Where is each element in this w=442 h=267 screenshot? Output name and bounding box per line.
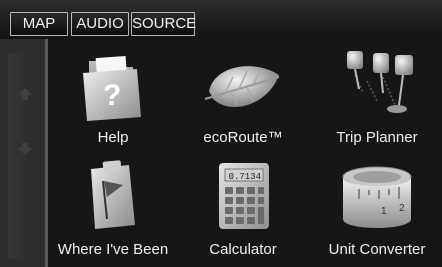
top-tab-bar: MAP AUDIO SOURCE <box>0 0 442 39</box>
tab-source[interactable]: SOURCE <box>131 12 196 36</box>
svg-text:?: ? <box>103 79 121 112</box>
app-grid: ? Help ecoRoute™ Trip Planner Where I've… <box>48 39 442 267</box>
tab-map[interactable]: MAP <box>10 12 68 36</box>
app-calculator[interactable]: 0.7134 Calculator <box>178 151 308 261</box>
app-label-ecoroute: ecoRoute™ <box>203 129 283 146</box>
app-label-unit-converter: Unit Converter <box>328 241 426 258</box>
app-label-help: Help <box>97 129 129 146</box>
clipboard-flag-icon <box>91 160 135 229</box>
pushpins-icon <box>347 51 413 113</box>
chevron-up-icon[interactable] <box>17 86 33 102</box>
tape-measure-icon: 1 2 <box>342 166 412 228</box>
app-label-where-ive-been: Where I've Been <box>57 241 169 258</box>
calculator-icon: 0.7134 <box>219 163 269 229</box>
help-folder-icon: ? <box>83 56 141 121</box>
svg-text:1: 1 <box>381 206 387 217</box>
svg-text:2: 2 <box>399 203 405 214</box>
app-where-ive-been[interactable]: Where I've Been <box>48 151 178 261</box>
app-help[interactable]: ? Help <box>48 39 178 149</box>
app-label-trip-planner: Trip Planner <box>336 129 418 146</box>
app-ecoroute[interactable]: ecoRoute™ <box>178 39 308 149</box>
leaf-icon <box>204 66 280 108</box>
tab-audio[interactable]: AUDIO <box>71 12 129 36</box>
app-trip-planner[interactable]: Trip Planner <box>312 39 442 149</box>
calculator-display: 0.7134 <box>229 172 261 182</box>
app-menu-screen: MAP AUDIO SOURCE ? Help ecoRoute™ Trip P… <box>0 0 442 267</box>
chevron-down-icon[interactable] <box>17 141 33 157</box>
app-unit-converter[interactable]: 1 2 Unit Converter <box>312 151 442 261</box>
app-label-calculator: Calculator <box>209 241 277 258</box>
